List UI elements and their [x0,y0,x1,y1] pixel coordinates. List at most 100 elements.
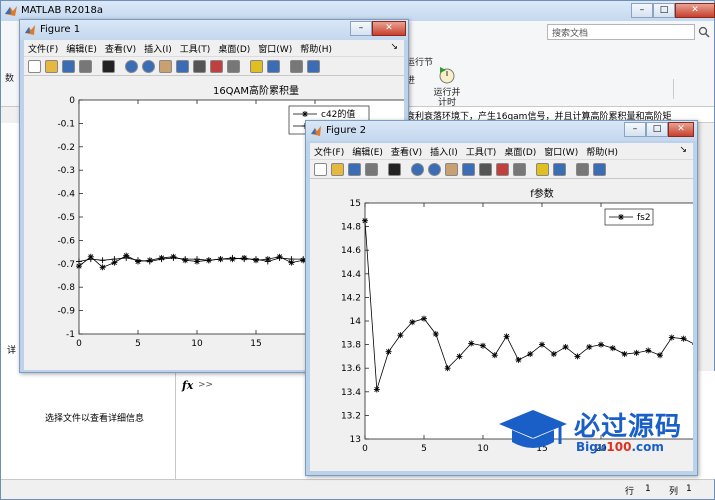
graduation-cap-icon [499,410,567,448]
zoom-out-icon[interactable] [142,60,155,73]
matlab-title-bar[interactable]: MATLAB R2018a – □ ✕ [1,1,715,21]
data-cursor-icon[interactable] [479,163,492,176]
menu-view[interactable]: 查看(V) [101,40,140,57]
y-tick-label: 14.2 [341,293,361,303]
details-placeholder-text: 选择文件以查看详细信息 [45,414,145,424]
figure-1-minimize-button[interactable]: – [350,21,372,36]
menu-edit[interactable]: 编辑(E) [348,143,387,160]
series-0-point [609,345,616,352]
y-tick-label: -0.5 [57,213,75,223]
dock-arrow-icon[interactable]: ↘ [675,143,691,157]
zoom-in-icon[interactable] [411,163,424,176]
watermark-en-text: Bigu100.com [576,440,664,454]
insert-legend-icon[interactable] [267,60,280,73]
rotate-icon[interactable] [176,60,189,73]
menu-tools[interactable]: 工具(T) [462,143,501,160]
series-0-point [633,349,640,356]
y-tick-label: -0.8 [57,283,75,293]
series-0-point [657,352,663,359]
y-tick-label: 14.4 [341,270,361,280]
series-0-point [468,340,475,347]
brush-icon[interactable] [210,60,223,73]
watermark-logo: 必过源码 Bigu100.com [498,404,698,460]
print-icon[interactable] [365,163,378,176]
data-cursor-icon[interactable] [193,60,206,73]
series-0-point [421,315,427,322]
menu-desktop[interactable]: 桌面(D) [214,40,254,57]
zoom-in-icon[interactable] [125,60,138,73]
y-tick-label: -0.4 [57,190,75,200]
save-icon[interactable] [348,163,361,176]
y-tick-label: 14.8 [341,223,361,233]
close-button[interactable]: ✕ [675,3,715,18]
insert-legend-icon[interactable] [553,163,566,176]
function-browser-icon[interactable]: fx [182,379,193,392]
menu-desktop[interactable]: 桌面(D) [500,143,540,160]
link-icon[interactable] [227,60,240,73]
menu-insert[interactable]: 插入(I) [426,143,462,160]
series-0-point [539,341,545,348]
y-tick-label: 13.2 [341,411,361,421]
menu-file[interactable]: 文件(F) [24,40,62,57]
search-documentation-input[interactable]: 搜索文档 [547,24,695,40]
rotate-icon[interactable] [462,163,475,176]
figure-2-close-button[interactable]: ✕ [668,122,694,137]
x-tick-label: 10 [191,339,203,349]
insert-colorbar-icon[interactable] [536,163,549,176]
y-tick-label: -0.3 [57,166,75,176]
matlab-logo-icon [5,6,17,16]
search-icon[interactable] [698,26,710,38]
run-and-time-icon [439,67,455,84]
watermark-cn-text: 必过源码 [574,412,683,442]
ribbon-run-and-time-button[interactable]: 运行并 计时 [432,88,462,108]
dock-arrow-icon[interactable]: ↘ [386,40,402,54]
menu-edit[interactable]: 编辑(E) [62,40,101,57]
brush-icon[interactable] [496,163,509,176]
legend-entry: fs2 [637,213,651,223]
figure-2-minimize-button[interactable]: – [624,122,646,137]
y-tick-label: -0.6 [57,236,75,246]
print-icon[interactable] [79,60,92,73]
hide-plot-tools-icon[interactable] [576,163,589,176]
status-bar: 行 1 列 1 [1,479,714,499]
details-label: 详 [7,346,17,356]
hide-plot-tools-icon[interactable] [290,60,303,73]
series-0-point [99,264,106,271]
figure-1-menu-bar: 文件(F) 编辑(E) 查看(V) 插入(I) 工具(T) 桌面(D) 窗口(W) 帮助(H)… [24,40,404,56]
show-plot-tools-icon[interactable] [593,163,606,176]
save-icon[interactable] [62,60,75,73]
open-file-icon[interactable] [45,60,58,73]
figure-1-close-button[interactable]: ✕ [372,21,406,36]
menu-window[interactable]: 窗口(W) [540,143,582,160]
menu-insert[interactable]: 插入(I) [140,40,176,57]
series-0-point [385,348,392,355]
figure-2-maximize-button[interactable]: □ [646,122,668,137]
ribbon-divider [673,79,691,99]
maximize-button[interactable]: □ [653,3,675,18]
figure-2-toolbar [310,159,693,179]
minimize-button[interactable]: – [631,3,653,18]
menu-file[interactable]: 文件(F) [310,143,348,160]
pan-icon[interactable] [445,163,458,176]
link-icon[interactable] [513,163,526,176]
pointer-icon[interactable] [388,163,401,176]
pan-icon[interactable] [159,60,172,73]
menu-help[interactable]: 帮助(H) [296,40,336,57]
x-tick-label: 0 [362,444,368,454]
menu-tools[interactable]: 工具(T) [176,40,215,57]
open-file-icon[interactable] [331,163,344,176]
menu-help[interactable]: 帮助(H) [582,143,622,160]
figure-2-title: Figure 2 [326,125,367,136]
new-figure-icon[interactable] [28,60,41,73]
pointer-icon[interactable] [102,60,115,73]
ribbon-run-section-button[interactable]: 运行节 [406,55,433,68]
zoom-out-icon[interactable] [428,163,441,176]
show-plot-tools-icon[interactable] [307,60,320,73]
x-tick-label: 5 [421,444,427,454]
series-0-point [586,343,593,350]
insert-colorbar-icon[interactable] [250,60,263,73]
new-figure-icon[interactable] [314,163,327,176]
menu-view[interactable]: 查看(V) [387,143,426,160]
menu-window[interactable]: 窗口(W) [254,40,296,57]
watermark-en-prefix: Bigu [576,440,607,454]
